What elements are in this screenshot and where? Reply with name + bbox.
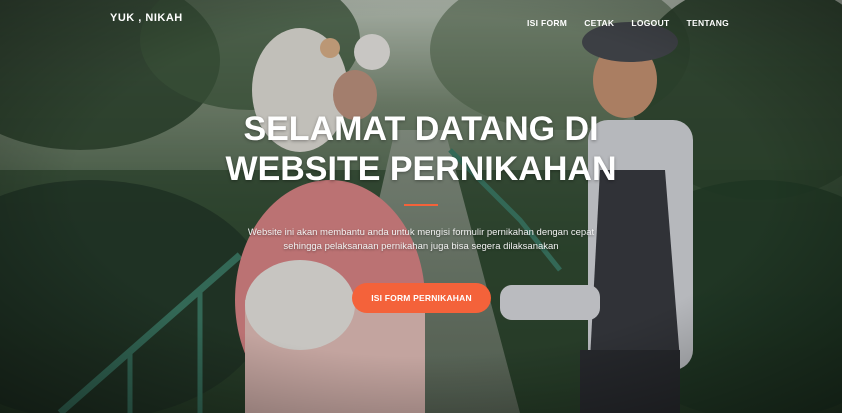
nav-item-isi-form: ISI FORM [527,13,567,31]
nav-link-logout[interactable]: LOGOUT [631,18,669,28]
headline-line-1: SELAMAT DATANG DI [243,110,599,148]
hero-section: YUK , NIKAH ISI FORM CETAK LOGOUT TENTAN… [0,0,842,413]
nav-link-tentang[interactable]: TENTANG [687,18,730,28]
brand-logo[interactable]: YUK , NIKAH [110,12,183,24]
couple-background-image [0,0,842,413]
nav-menu: ISI FORM CETAK LOGOUT TENTANG [527,13,746,31]
hero-intro-text: Website ini akan membantu anda untuk men… [0,226,842,254]
top-navbar: YUK , NIKAH ISI FORM CETAK LOGOUT TENTAN… [0,0,842,36]
headline-divider [404,204,438,206]
hero-headline: SELAMAT DATANG DI WEBSITE PERNIKAHAN [0,109,842,189]
intro-line-1: Website ini akan membantu anda untuk men… [247,227,595,238]
nav-link-cetak[interactable]: CETAK [584,18,614,28]
nav-item-logout: LOGOUT [631,13,669,31]
nav-link-isi-form[interactable]: ISI FORM [527,18,567,28]
nav-item-tentang: TENTANG [687,13,730,31]
intro-line-2: sehingga pelaksanaan pernikahan juga bis… [283,241,559,252]
headline-line-2: WEBSITE PERNIKAHAN [225,150,617,188]
nav-item-cetak: CETAK [584,13,614,31]
isi-form-pernikahan-button[interactable]: ISI FORM PERNIKAHAN [352,283,491,313]
